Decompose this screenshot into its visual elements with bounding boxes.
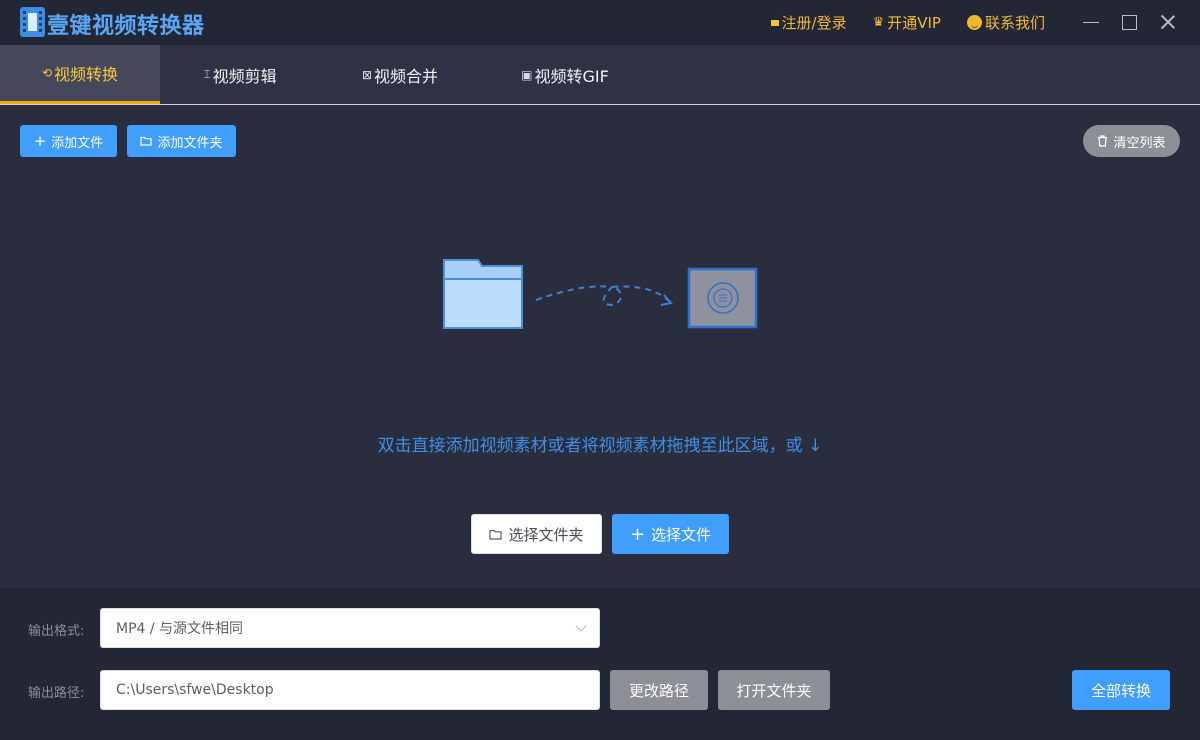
tab-label: 视频转换: [54, 65, 119, 84]
login-link-label: 注册/登录: [781, 14, 847, 32]
gif-icon: ▣: [521, 67, 533, 82]
vip-link-label: 开通VIP: [887, 14, 941, 32]
folder-icon: [489, 529, 503, 540]
add-folder-button[interactable]: 添加文件夹: [127, 125, 236, 157]
tab-video-convert[interactable]: ⟲ 视频转换: [0, 45, 160, 104]
login-link[interactable]: 注册/登录: [770, 12, 847, 33]
tab-label: 视频合并: [374, 66, 439, 86]
convert-target-icon: [687, 267, 758, 329]
contact-link-label: 联系我们: [984, 14, 1045, 32]
add-file-label: 添加文件: [51, 135, 104, 151]
clear-list-label: 清空列表: [1113, 135, 1166, 151]
tab-video-edit[interactable]: ⌶ 视频剪辑: [160, 45, 320, 104]
plus-icon: +: [33, 132, 47, 150]
cut-icon: ⌶: [203, 67, 211, 81]
file-drop-area[interactable]: + 添加文件 添加文件夹 清空列表 双击直接添加视频素材或者将视频素材拖拽至此区: [0, 105, 1200, 588]
output-path-input[interactable]: C:\Users\sfwe\Desktop: [100, 670, 600, 710]
smile-icon: [966, 15, 982, 30]
add-folder-label: 添加文件夹: [157, 135, 223, 151]
vip-link[interactable]: ♛ 开通VIP: [873, 12, 941, 33]
close-button[interactable]: [1159, 10, 1176, 34]
app-logo-icon: [20, 7, 45, 37]
chevron-down-icon: [575, 620, 587, 632]
convert-icon: ⟲: [41, 66, 53, 80]
choose-folder-label: 选择文件夹: [508, 525, 584, 544]
clear-list-button[interactable]: 清空列表: [1083, 125, 1180, 157]
output-path-label: 输出路径:: [28, 686, 85, 701]
key-icon: [770, 19, 779, 26]
contact-link[interactable]: 联系我们: [966, 12, 1045, 33]
maximize-button[interactable]: [1121, 10, 1138, 34]
tab-video-merge[interactable]: ⊠ 视频合并: [320, 45, 480, 104]
minimize-button[interactable]: [1083, 10, 1100, 34]
convert-all-button[interactable]: 全部转换: [1072, 670, 1170, 710]
tab-label: 视频剪辑: [212, 66, 277, 86]
tab-video-to-gif[interactable]: ▣ 视频转GIF: [480, 45, 650, 104]
top-links: 注册/登录 ♛ 开通VIP 联系我们: [770, 12, 1045, 33]
output-format-label: 输出格式:: [28, 624, 85, 639]
change-path-button[interactable]: 更改路径: [610, 670, 708, 710]
open-folder-button[interactable]: 打开文件夹: [718, 670, 830, 710]
output-path-value: C:\Users\sfwe\Desktop: [116, 682, 274, 698]
folder-icon: [140, 136, 153, 146]
output-settings-panel: 输出格式: MP4 / 与源文件相同 输出路径: C:\Users\sfwe\D…: [0, 588, 1200, 740]
choose-file-button[interactable]: + 选择文件: [612, 514, 729, 554]
title-bar: 壹键视频转换器 注册/登录 ♛ 开通VIP 联系我们: [0, 0, 1200, 45]
trash-icon: [1098, 135, 1108, 147]
tab-bar: ⟲ 视频转换 ⌶ 视频剪辑 ⊠ 视频合并 ▣ 视频转GIF: [0, 45, 1200, 105]
window-controls: [1083, 10, 1176, 34]
choose-file-label: 选择文件: [651, 525, 712, 544]
tab-label: 视频转GIF: [534, 66, 609, 86]
crown-icon: ♛: [872, 15, 885, 30]
folder-illustration-icon: [443, 259, 523, 329]
output-format-select[interactable]: MP4 / 与源文件相同: [100, 608, 600, 648]
choose-folder-button[interactable]: 选择文件夹: [471, 514, 602, 554]
plus-icon: +: [629, 523, 646, 545]
app-title: 壹键视频转换器: [47, 14, 205, 39]
drop-prompt: 双击直接添加视频素材或者将视频素材拖拽至此区域，或 ↓: [377, 436, 823, 456]
merge-icon: ⊠: [361, 67, 373, 82]
dashed-arrow-icon: [535, 285, 673, 307]
output-format-value: MP4 / 与源文件相同: [116, 621, 244, 637]
drop-illustration: [443, 259, 758, 329]
add-file-button[interactable]: + 添加文件: [20, 125, 117, 157]
